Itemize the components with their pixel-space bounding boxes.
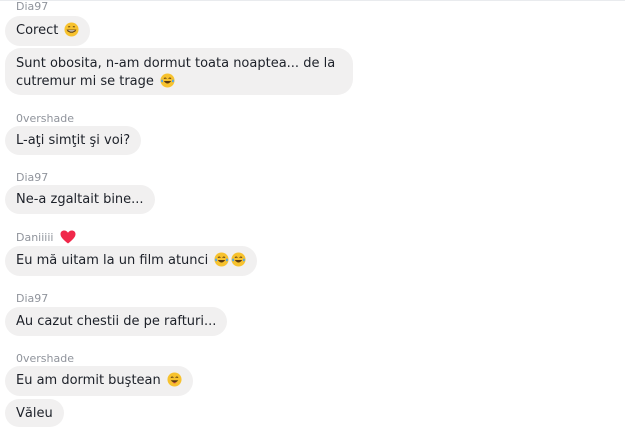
message-bubble[interactable]: Eu am dormit buştean	[5, 366, 193, 396]
sender-name: 0vershade	[16, 352, 74, 365]
grinning-face-icon	[64, 22, 80, 37]
message-text: Ne-a zgaltait bine...	[16, 192, 144, 207]
message-bubble[interactable]: Corect	[5, 16, 91, 46]
sender-name: 0vershade	[16, 112, 74, 125]
tears-of-joy-icon	[160, 73, 175, 88]
sender-name-text: Daniiiii	[16, 231, 54, 244]
sender-name: Dia97	[16, 292, 49, 305]
message-bubble[interactable]: Văleu	[5, 399, 64, 427]
sender-name: Daniiiii	[16, 230, 76, 244]
message-text: Eu am dormit buştean	[16, 373, 161, 388]
message-text: Au cazut chestii de pe rafturi...	[16, 314, 217, 329]
message-text: cutremur mi se trage	[16, 74, 154, 89]
chat-thread[interactable]: Dia97 Corect Sunt obosita, n-am dormut t…	[0, 0, 625, 430]
message-text: Văleu	[16, 406, 53, 421]
message-text: L-aţi simţit şi voi?	[16, 133, 131, 148]
sender-name: Dia97	[16, 0, 49, 13]
tears-of-joy-icon	[231, 252, 246, 267]
message-bubble[interactable]: L-aţi simţit şi voi?	[5, 126, 142, 155]
message-text: Corect	[16, 23, 59, 38]
sender-name: Dia97	[16, 171, 49, 184]
message-bubble[interactable]: Au cazut chestii de pe rafturi...	[5, 307, 228, 336]
message-bubble[interactable]: Ne-a zgaltait bine...	[5, 185, 155, 214]
message-bubble[interactable]: Eu mă uitam la un film atunci	[5, 246, 258, 276]
red-heart-icon	[60, 230, 76, 244]
message-bubble[interactable]: Sunt obosita, n-am dormut toata noaptea.…	[5, 48, 353, 95]
message-text: Sunt obosita, n-am dormut toata noaptea.…	[16, 56, 336, 71]
message-text: Eu mă uitam la un film atunci	[16, 253, 209, 268]
smiling-face-icon	[167, 372, 182, 387]
tears-of-joy-icon	[214, 252, 229, 267]
